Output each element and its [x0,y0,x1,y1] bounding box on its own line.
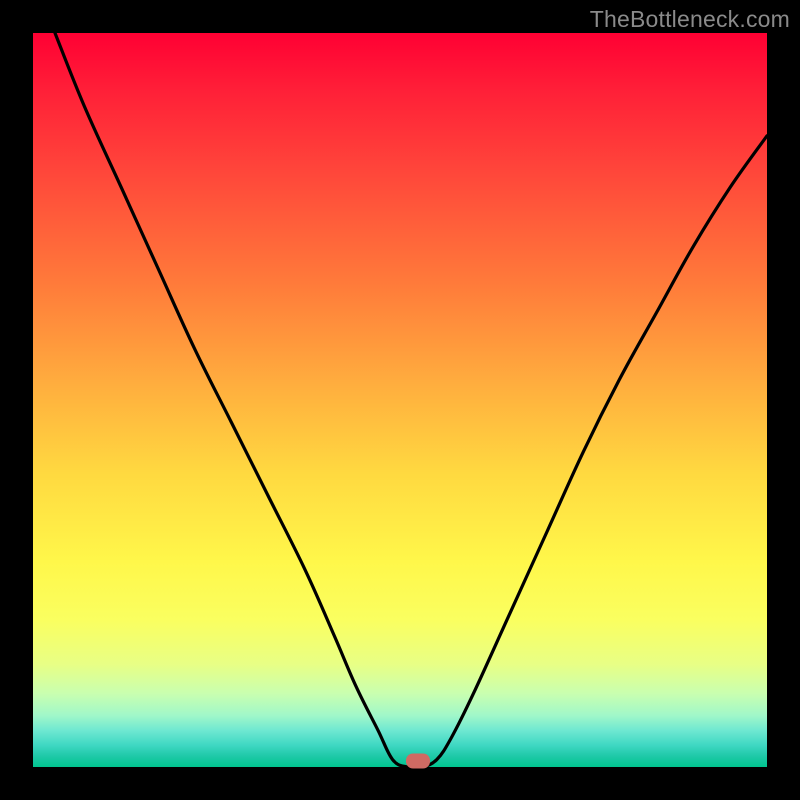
chart-frame: TheBottleneck.com [0,0,800,800]
optimal-marker [406,754,430,769]
curve-path [55,33,767,767]
plot-area [33,33,767,767]
watermark-text: TheBottleneck.com [590,6,790,33]
bottleneck-curve [33,33,767,767]
